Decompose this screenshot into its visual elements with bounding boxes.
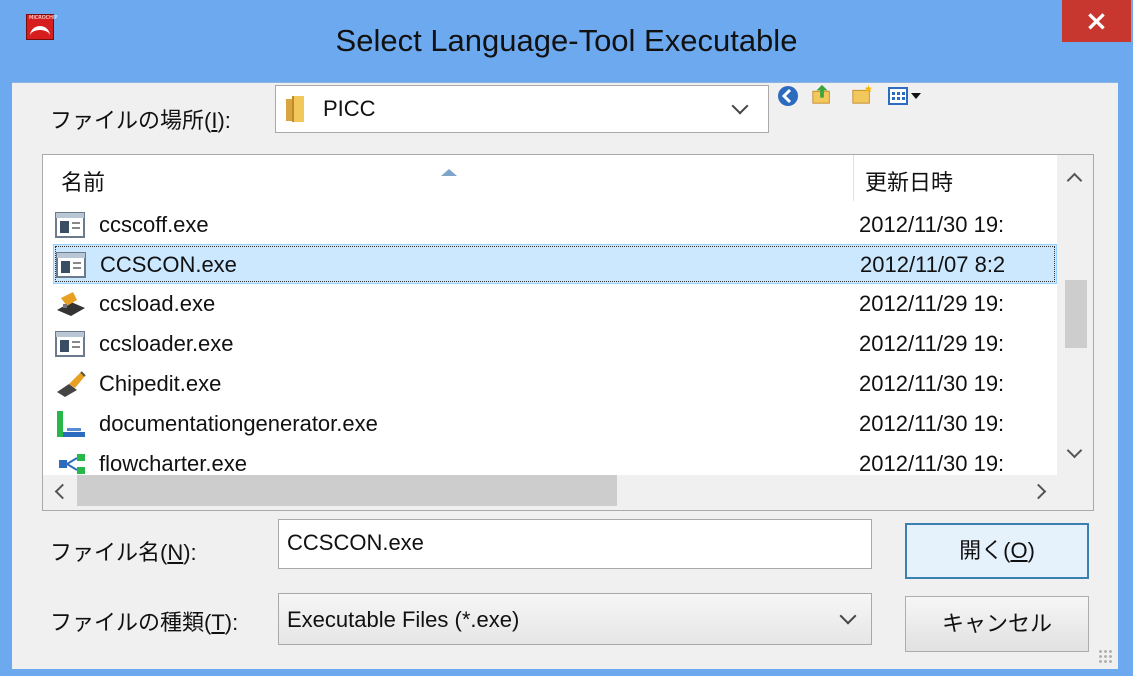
file-row[interactable]: ccsloader.exe 2012/11/29 19: [53, 324, 1057, 364]
sort-ascending-icon [441, 169, 457, 176]
file-name: ccsload.exe [99, 291, 216, 316]
lookin-combobox[interactable]: PICC [275, 85, 769, 133]
file-row[interactable]: documentationgenerator.exe 2012/11/30 19… [53, 404, 1057, 444]
file-date: 2012/11/30 19: [859, 212, 1005, 237]
column-separator [853, 155, 854, 201]
file-row[interactable]: ccsload.exe 2012/11/29 19: [53, 284, 1057, 324]
scroll-left-icon[interactable] [54, 483, 71, 500]
lookin-value: PICC [323, 96, 376, 121]
title-bar[interactable]: MICROCHIP Select Language-Tool Executabl… [0, 0, 1133, 82]
document-generator-icon [57, 411, 85, 437]
open-button[interactable]: 開く(O) [905, 523, 1089, 579]
vertical-scroll-thumb[interactable] [1065, 280, 1087, 348]
horizontal-scrollbar[interactable] [43, 475, 1057, 510]
close-button[interactable]: × [1062, 0, 1131, 42]
file-date: 2012/11/29 19: [859, 291, 1005, 316]
file-name: ccscoff.exe [99, 212, 209, 237]
resize-grip[interactable] [1098, 649, 1112, 663]
file-list[interactable]: 名前 更新日時 ccscoff.exe 2012/11/30 19: CCSCO… [42, 154, 1094, 511]
scroll-up-icon[interactable] [1066, 172, 1083, 189]
scroll-right-icon[interactable] [1030, 483, 1047, 500]
file-name: documentationgenerator.exe [99, 411, 378, 436]
filetype-label: ファイルの種類(T): [50, 610, 239, 635]
flowchart-icon [59, 454, 85, 474]
file-row[interactable]: ccscoff.exe 2012/11/30 19: [53, 205, 1057, 245]
filename-input[interactable]: CCSCON.exe [278, 519, 872, 569]
chip-edit-icon [57, 371, 86, 397]
horizontal-scroll-thumb[interactable] [77, 475, 617, 506]
filename-value: CCSCON.exe [287, 530, 424, 555]
console-app-icon [55, 212, 85, 238]
console-app-icon [55, 331, 85, 357]
chevron-down-icon [731, 97, 749, 115]
chevron-down-icon [839, 607, 857, 625]
new-folder-icon[interactable] [851, 83, 873, 105]
dialog-window: MICROCHIP Select Language-Tool Executabl… [0, 0, 1133, 676]
file-name: CCSCON.exe [100, 252, 237, 277]
lookin-label: ファイルの場所(I): [50, 108, 231, 133]
column-header-name[interactable]: 名前 [61, 155, 105, 201]
filetype-value: Executable Files (*.exe) [287, 607, 520, 632]
dialog-body: ファイルの場所(I): PICC 名前 更新日時 ccscoff.exe 201… [12, 82, 1118, 669]
column-header-date[interactable]: 更新日時 [865, 155, 953, 201]
up-folder-icon[interactable] [811, 83, 833, 105]
file-date: 2012/11/30 19: [859, 371, 1005, 396]
console-app-icon [56, 252, 86, 278]
file-date: 2012/11/07 8:2 [860, 252, 1006, 277]
file-date: 2012/11/30 19: [859, 411, 1005, 436]
file-row-selected[interactable]: CCSCON.exe 2012/11/07 8:2 [53, 244, 1057, 284]
vertical-scrollbar[interactable] [1057, 155, 1093, 480]
cancel-button[interactable]: キャンセル [905, 596, 1089, 652]
folder-icon [286, 96, 306, 122]
filetype-dropdown[interactable]: Executable Files (*.exe) [278, 593, 872, 645]
file-name: Chipedit.exe [99, 371, 222, 396]
view-menu-icon[interactable] [888, 85, 926, 107]
file-name: ccsloader.exe [99, 331, 234, 356]
window-title: Select Language-Tool Executable [335, 23, 798, 58]
back-icon[interactable] [777, 85, 799, 107]
chip-loader-icon [57, 292, 85, 316]
scrollbar-corner [1057, 480, 1093, 510]
file-date: 2012/11/29 19: [859, 331, 1005, 356]
scroll-down-icon[interactable] [1066, 442, 1083, 459]
file-row[interactable]: Chipedit.exe 2012/11/30 19: [53, 364, 1057, 404]
filename-label: ファイル名(N): [50, 540, 197, 565]
